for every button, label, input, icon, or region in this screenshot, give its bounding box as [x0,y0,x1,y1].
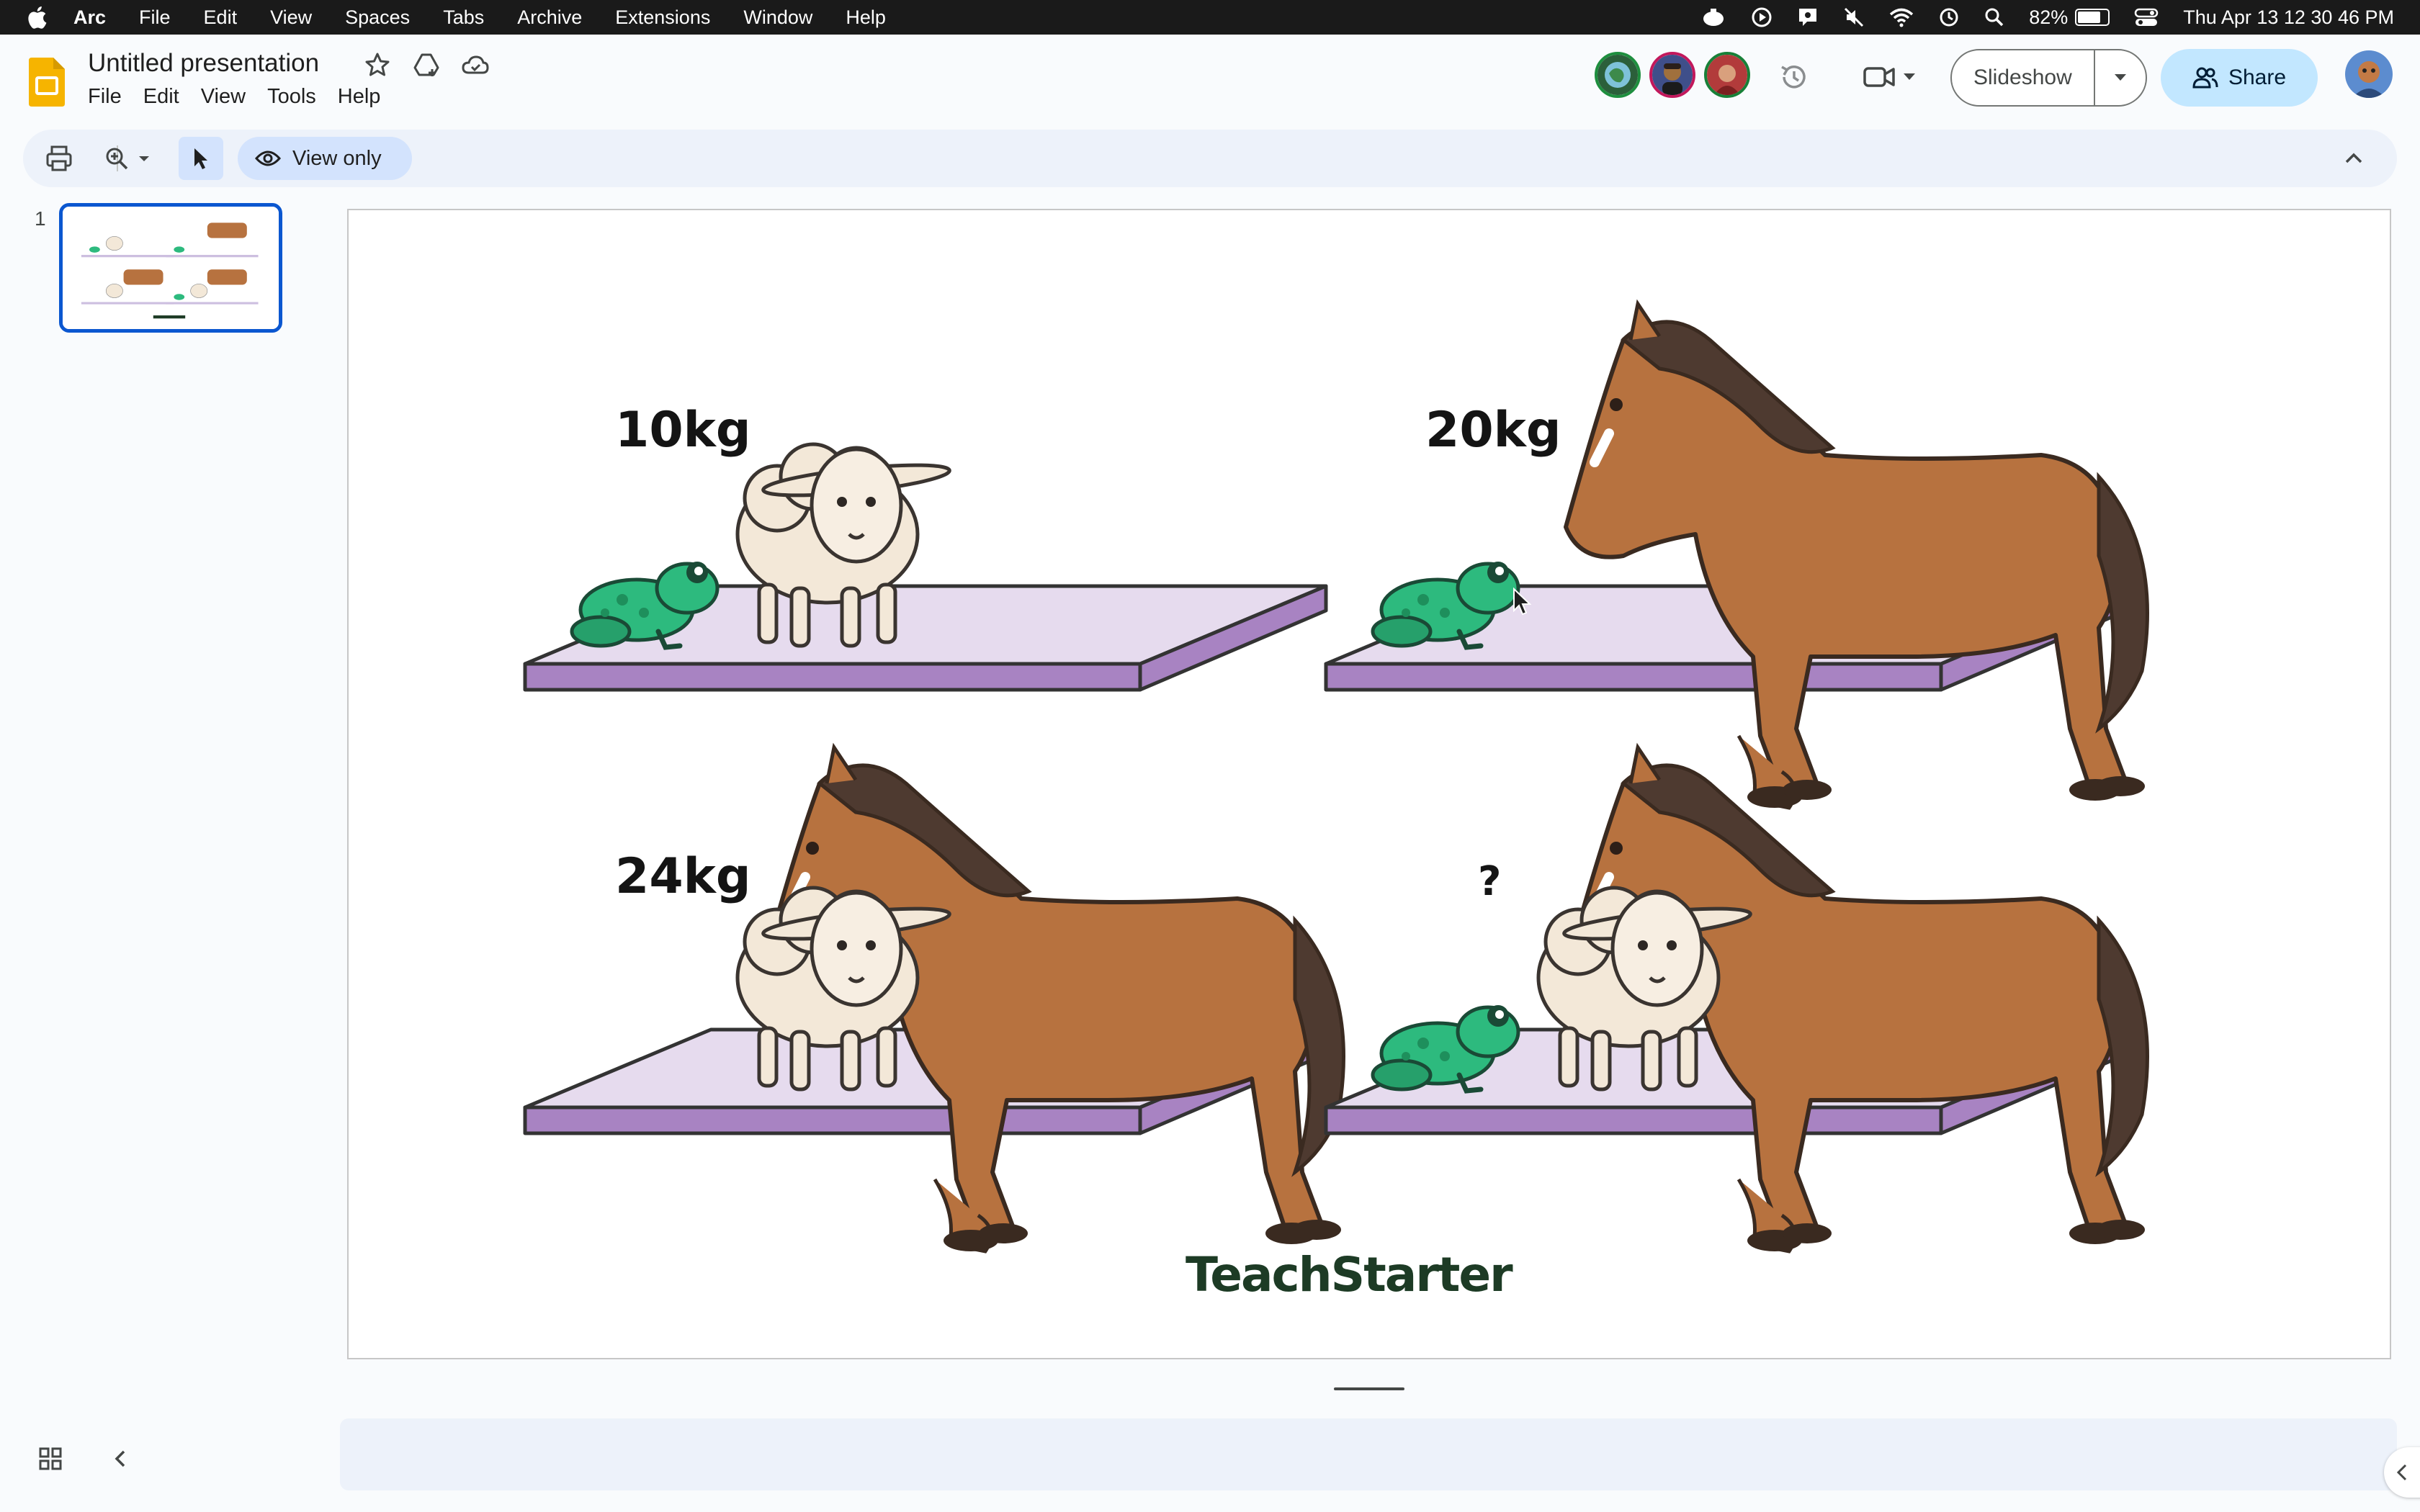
weight-label-2: 20kg [1425,402,1561,459]
horse-2 [1566,304,2148,808]
menu-spaces[interactable]: Spaces [345,6,410,29]
print-icon[interactable] [45,144,73,173]
menu-archive[interactable]: Archive [517,6,582,29]
cast-icon[interactable] [1700,7,1726,27]
meet-button[interactable] [1863,60,1920,94]
speaker-notes-area[interactable] [340,1418,2397,1490]
app-menu-tools[interactable]: Tools [267,85,316,109]
weight-label-4: ? [1478,858,1502,905]
weight-label-3: 24kg [615,848,751,905]
view-only-chip[interactable]: View only [238,137,412,180]
share-button[interactable]: Share [2161,49,2318,107]
collaborator-avatar-1[interactable] [1595,52,1641,98]
app-header: Untitled presentation File Edit View Too… [0,35,2420,128]
wifi-icon[interactable] [1889,7,1914,27]
zoom-dropdown-chevron-icon[interactable] [137,144,151,173]
collaborator-avatar-2[interactable] [1649,52,1695,98]
screen-record-icon[interactable] [1797,6,1819,28]
video-camera-icon [1863,67,1895,87]
panel-3 [525,747,1344,1251]
app-menu-edit[interactable]: Edit [143,85,179,109]
menu-file[interactable]: File [139,6,171,29]
menu-help[interactable]: Help [846,6,886,29]
battery-percent: 82% [2029,6,2069,28]
menu-app-name[interactable]: Arc [73,6,106,29]
chevron-down-icon [1904,73,1915,80]
mute-icon[interactable] [1843,6,1865,28]
macos-menu-bar: Arc File Edit View Spaces Tabs Archive E… [0,0,2420,35]
star-icon[interactable] [363,50,392,79]
select-tool-button[interactable] [179,137,223,180]
grid-view-icon[interactable] [37,1446,63,1472]
control-center-icon[interactable] [2134,7,2159,27]
editor-toolbar: View only [23,130,2397,187]
version-history-icon[interactable] [1778,60,1811,94]
collapse-filmstrip-chevron-left-icon[interactable] [108,1446,134,1472]
cursor-arrow-icon [194,148,207,169]
share-label: Share [2228,66,2287,89]
slide-thumbnail-preview [63,207,279,329]
slide-thumbnail[interactable] [59,203,282,333]
weight-label-1: 10kg [615,402,751,459]
menu-clock[interactable]: Thu Apr 13 12 30 46 PM [2183,6,2394,29]
slide-illustration [349,210,2393,1361]
time-machine-icon[interactable] [1938,6,1960,28]
slideshow-split-button: Slideshow [1950,49,2147,107]
zoom-icon[interactable] [102,144,131,173]
mouse-pointer-icon [1513,588,1531,616]
slides-logo-icon[interactable] [29,58,65,107]
apple-logo-icon[interactable] [26,6,48,29]
teachstarter-logo: TeachStarter [1186,1247,1513,1302]
app-menu-bar: File Edit View Tools Help [88,85,380,109]
menu-tabs[interactable]: Tabs [443,6,484,29]
app-menu-view[interactable]: View [201,85,246,109]
eye-icon [255,150,281,166]
app-menu-file[interactable]: File [88,85,122,109]
menu-extensions[interactable]: Extensions [615,6,710,29]
spotlight-search-icon[interactable] [1984,7,2004,27]
chevron-down-icon [2114,74,2126,81]
chevron-left-icon [2396,1464,2407,1481]
battery-status[interactable]: 82% [2029,6,2110,29]
people-icon [2192,67,2218,89]
slideshow-options-dropdown[interactable] [2095,50,2146,105]
account-avatar[interactable] [2345,50,2393,98]
slideshow-button[interactable]: Slideshow [1952,50,2095,105]
menu-edit[interactable]: Edit [204,6,238,29]
slide-number: 1 [35,207,46,230]
menu-view[interactable]: View [270,6,312,29]
title-actions [363,50,490,79]
collaborator-avatar-3[interactable] [1704,52,1750,98]
move-to-drive-icon[interactable] [412,50,441,79]
collaborator-avatars [1595,52,1750,98]
collapse-toolbar-chevron-up-icon[interactable] [2339,144,2368,173]
panel-1 [525,444,1326,690]
play-icon[interactable] [1751,6,1773,28]
panel-2 [1326,304,2148,808]
view-only-label: View only [292,146,382,170]
panel-4 [1326,747,2148,1251]
menu-window[interactable]: Window [743,6,812,29]
slide-canvas[interactable]: 10kg 20kg 24kg ? TeachStarter [347,209,2391,1359]
battery-icon [2075,9,2110,26]
app-menu-help[interactable]: Help [338,85,381,109]
notes-resize-handle[interactable] [1334,1387,1404,1390]
document-title[interactable]: Untitled presentation [88,49,319,78]
cloud-saved-icon[interactable] [461,50,490,79]
battery-level-fill [2078,12,2101,23]
